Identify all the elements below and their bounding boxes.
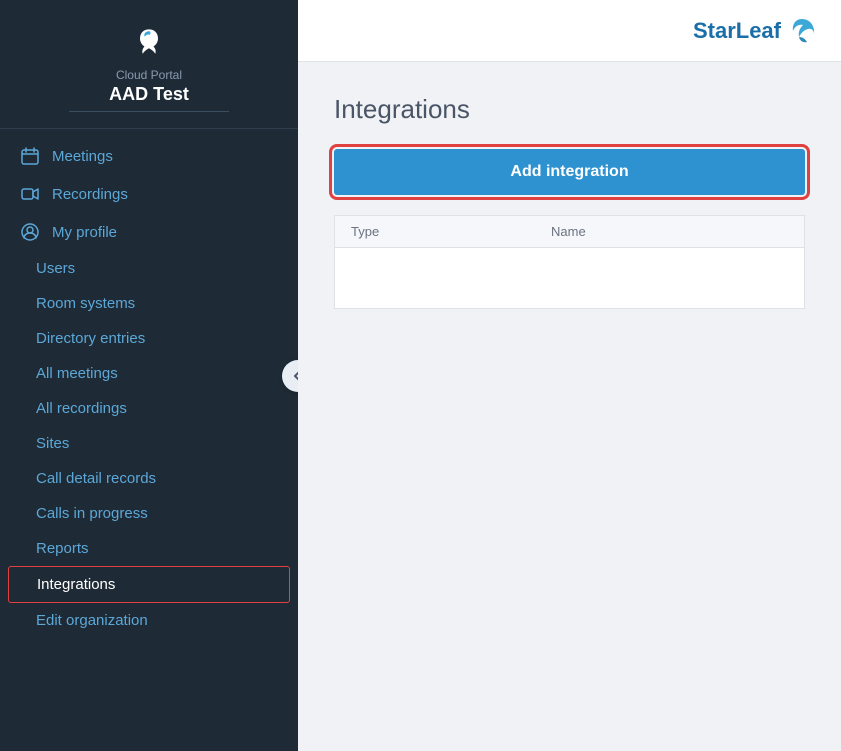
sidebar: Cloud Portal AAD Test Meetings Recording… xyxy=(0,0,298,751)
sidebar-item-room-systems-label: Room systems xyxy=(36,295,135,312)
sidebar-item-meetings[interactable]: Meetings xyxy=(0,137,298,175)
integrations-table: Type Name xyxy=(334,215,805,309)
sidebar-item-my-profile[interactable]: My profile xyxy=(0,213,298,251)
topbar: StarLeaf xyxy=(298,0,841,62)
calendar-icon xyxy=(20,146,40,166)
sidebar-item-call-detail-records[interactable]: Call detail records xyxy=(0,461,298,496)
sidebar-item-all-recordings[interactable]: All recordings xyxy=(0,391,298,426)
sidebar-item-all-recordings-label: All recordings xyxy=(36,400,127,417)
table-header-name: Name xyxy=(551,224,788,239)
chevron-left-icon xyxy=(291,369,298,383)
page-title: Integrations xyxy=(334,94,805,125)
video-icon xyxy=(20,184,40,204)
sidebar-item-room-systems[interactable]: Room systems xyxy=(0,286,298,321)
starleaf-brand-text: StarLeaf xyxy=(693,18,781,44)
sidebar-item-meetings-label: Meetings xyxy=(52,148,113,165)
sidebar-item-reports[interactable]: Reports xyxy=(0,531,298,566)
sidebar-item-my-profile-label: My profile xyxy=(52,224,117,241)
user-circle-icon xyxy=(20,222,40,242)
sidebar-item-directory-entries[interactable]: Directory entries xyxy=(0,321,298,356)
sidebar-item-edit-organization[interactable]: Edit organization xyxy=(0,603,298,638)
sidebar-divider xyxy=(69,111,229,112)
nav-list: Meetings Recordings My profile Users Roo… xyxy=(0,129,298,751)
sidebar-item-integrations[interactable]: Integrations xyxy=(8,566,290,603)
sidebar-item-integrations-label: Integrations xyxy=(37,576,115,593)
sidebar-item-calls-in-progress-label: Calls in progress xyxy=(36,505,148,522)
sidebar-item-recordings-label: Recordings xyxy=(52,186,128,203)
sidebar-item-recordings[interactable]: Recordings xyxy=(0,175,298,213)
sidebar-item-edit-organization-label: Edit organization xyxy=(36,612,148,629)
main-content: StarLeaf Integrations Add integration Ty… xyxy=(298,0,841,751)
sidebar-item-sites[interactable]: Sites xyxy=(0,426,298,461)
starleaf-bird-icon xyxy=(131,24,167,60)
table-header-type: Type xyxy=(351,224,551,239)
org-label: Cloud Portal xyxy=(116,68,182,82)
add-integration-button[interactable]: Add integration xyxy=(334,149,805,195)
sidebar-item-directory-entries-label: Directory entries xyxy=(36,330,145,347)
content-area: Integrations Add integration Type Name xyxy=(298,62,841,751)
starleaf-brand: StarLeaf xyxy=(693,16,817,46)
org-name: AAD Test xyxy=(109,84,189,105)
sidebar-header: Cloud Portal AAD Test xyxy=(0,0,298,129)
sidebar-item-calls-in-progress[interactable]: Calls in progress xyxy=(0,496,298,531)
sidebar-item-reports-label: Reports xyxy=(36,540,89,557)
sidebar-item-users[interactable]: Users xyxy=(0,251,298,286)
sidebar-item-call-detail-records-label: Call detail records xyxy=(36,470,156,487)
sidebar-item-sites-label: Sites xyxy=(36,435,69,452)
table-body xyxy=(335,248,804,308)
sidebar-item-all-meetings-label: All meetings xyxy=(36,365,118,382)
sidebar-item-all-meetings[interactable]: All meetings xyxy=(0,356,298,391)
table-header: Type Name xyxy=(335,216,804,248)
sidebar-item-users-label: Users xyxy=(36,260,75,277)
starleaf-leaf-icon xyxy=(787,16,817,46)
